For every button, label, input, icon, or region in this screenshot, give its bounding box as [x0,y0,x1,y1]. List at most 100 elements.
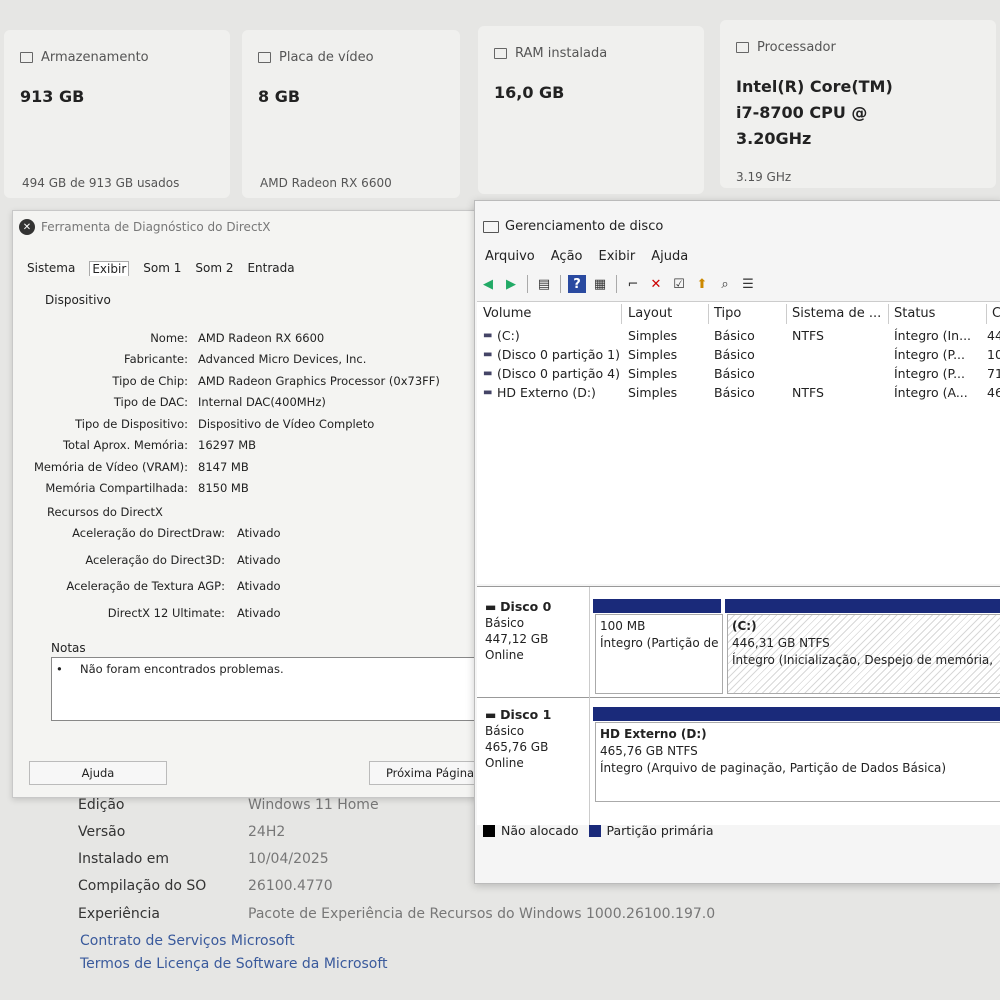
volume-icon: ▬ [483,330,493,341]
link-services-agreement[interactable]: Contrato de Serviços Microsoft [80,933,295,949]
cell-fs: NTFS [792,328,824,343]
device-value: Dispositivo de Vídeo Completo [198,417,375,431]
resource-key: Aceleração do Direct3D: [85,553,225,567]
spec-label: Armazenamento [41,50,149,65]
disk-icon: ▬ [485,600,497,614]
cell-status: Íntegro (P... [894,366,966,381]
console-tree-icon[interactable]: ▤ [535,275,553,293]
col-status[interactable]: Status [888,304,987,324]
check-icon[interactable]: ☑ [670,275,688,293]
spec-label: Placa de vídeo [279,50,374,65]
dm-titlebar[interactable]: Gerenciamento de disco [483,219,663,234]
spec-card-cpu: Processador Intel(R) Core(TM) i7-8700 CP… [720,20,996,188]
search-icon[interactable]: ⌕ [716,275,734,293]
cell-layout: Simples [628,385,678,400]
resource-value: Ativado [237,606,281,620]
spec-value: 8 GB [258,87,301,106]
dxdiag-titlebar[interactable]: ✕ Ferramenta de Diagnóstico do DirectX [13,211,493,243]
storage-icon [20,52,33,63]
cell-cap: 44 [987,328,1000,343]
directx-logo-icon: ✕ [19,219,35,235]
col-volume[interactable]: Volume [477,304,622,324]
device-key: Tipo de Chip: [112,374,188,388]
cell-status: Íntegro (P... [894,347,966,362]
spec-label: Processador [757,40,836,55]
spec-sub: 3.19 GHz [736,170,792,184]
device-key: Tipo de DAC: [113,395,188,409]
partition-disk0-c[interactable]: (C:) 446,31 GB NTFS Íntegro (Inicializaç… [727,614,1000,694]
cell-status: Íntegro (A... [894,385,968,400]
device-value: AMD Radeon RX 6600 [198,331,325,345]
legend: Não alocado Partição primária [483,823,714,838]
link-license-terms[interactable]: Termos de Licença de Software da Microso… [80,956,388,972]
legend-primary: Partição primária [606,823,714,838]
back-arrow-icon[interactable]: ◀ [479,275,497,293]
dxdiag-tabs: Sistema Exibir Som 1 Som 2 Entrada [27,261,295,276]
col-capacity[interactable]: Ca [986,304,1000,324]
notes-label: Notas [51,641,86,655]
list-icon[interactable]: ☰ [739,275,757,293]
device-key: Tipo de Dispositivo: [75,417,188,431]
import-icon[interactable]: ⬆ [693,275,711,293]
col-layout[interactable]: Layout [622,304,709,324]
cell-volume: (Disco 0 partição 4) [497,366,620,381]
note-text: Não foram encontrados problemas. [80,662,284,676]
forward-arrow-icon[interactable]: ▶ [502,275,520,293]
help-icon[interactable]: ? [568,275,586,293]
menu-exibir[interactable]: Exibir [599,249,636,264]
ram-icon [494,48,507,59]
cell-layout: Simples [628,328,678,343]
disk-management-icon [483,220,499,233]
resource-key: Aceleração do DirectDraw: [72,526,225,540]
device-key: Fabricante: [124,352,188,366]
device-group-label: Dispositivo [45,293,111,307]
spec-label: RAM instalada [515,46,608,61]
tab-som1[interactable]: Som 1 [143,261,181,276]
device-value: Advanced Micro Devices, Inc. [198,352,367,366]
help-button[interactable]: Ajuda [29,761,167,785]
disk-graph-area: ▬ Disco 0 Básico 447,12 GB Online 100 MB… [477,586,1000,825]
disk-0-label[interactable]: ▬ Disco 0 Básico 447,12 GB Online [485,599,551,663]
cell-cap: 46 [987,385,1000,400]
toolbar: ◀ ▶ ▤ ? ▦ ⌐ ✕ ☑ ⬆ ⌕ ☰ [479,273,757,295]
cell-cap: 10 [987,347,1000,362]
partition-disk0-p1[interactable]: 100 MB Íntegro (Partição de [595,614,723,694]
next-page-button[interactable]: Próxima Página [369,761,491,785]
spec-value: 16,0 GB [494,83,565,102]
partition-disk1-d[interactable]: HD Externo (D:) 465,76 GB NTFS Íntegro (… [595,722,1000,802]
tab-exibir[interactable]: Exibir [89,261,130,276]
disk-icon: ▬ [485,708,497,722]
dxdiag-window: ✕ Ferramenta de Diagnóstico do DirectX S… [12,210,494,798]
tab-som2[interactable]: Som 2 [195,261,233,276]
resource-key: DirectX 12 Ultimate: [107,606,225,620]
cell-volume: (C:) [497,328,520,343]
properties-icon[interactable]: ▦ [591,275,609,293]
partition-bar [725,599,1000,613]
tab-sistema[interactable]: Sistema [27,261,75,276]
dm-title: Gerenciamento de disco [505,219,664,234]
spec-card-gpu: Placa de vídeo 8 GB AMD Radeon RX 6600 [242,30,460,198]
device-value: 16297 MB [198,438,257,452]
col-tipo[interactable]: Tipo [708,304,787,324]
menu-ajuda[interactable]: Ajuda [651,249,688,264]
device-key: Memória de Vídeo (VRAM): [33,460,188,474]
resource-value: Ativado [237,553,281,567]
delete-icon[interactable]: ✕ [647,275,665,293]
resource-value: Ativado [237,579,281,593]
dxdiag-title: Ferramenta de Diagnóstico do DirectX [41,220,271,234]
menu-arquivo[interactable]: Arquivo [485,249,535,264]
resource-key: Aceleração de Textura AGP: [66,579,225,593]
disk-1-label[interactable]: ▬ Disco 1 Básico 465,76 GB Online [485,707,551,771]
cell-status: Íntegro (In... [894,328,972,343]
col-filesystem[interactable]: Sistema de ... [786,304,889,324]
cell-tipo: Básico [714,347,755,362]
cell-volume: HD Externo (D:) [497,385,596,400]
cell-tipo: Básico [714,366,755,381]
volume-icon: ▬ [483,349,493,360]
tab-entrada[interactable]: Entrada [247,261,294,276]
cell-volume: (Disco 0 partição 1) [497,347,620,362]
notes-box[interactable]: • Não foram encontrados problemas. [51,657,493,721]
legend-unallocated-swatch [483,824,495,837]
connect-icon[interactable]: ⌐ [624,275,642,293]
menu-acao[interactable]: Ação [551,249,583,264]
